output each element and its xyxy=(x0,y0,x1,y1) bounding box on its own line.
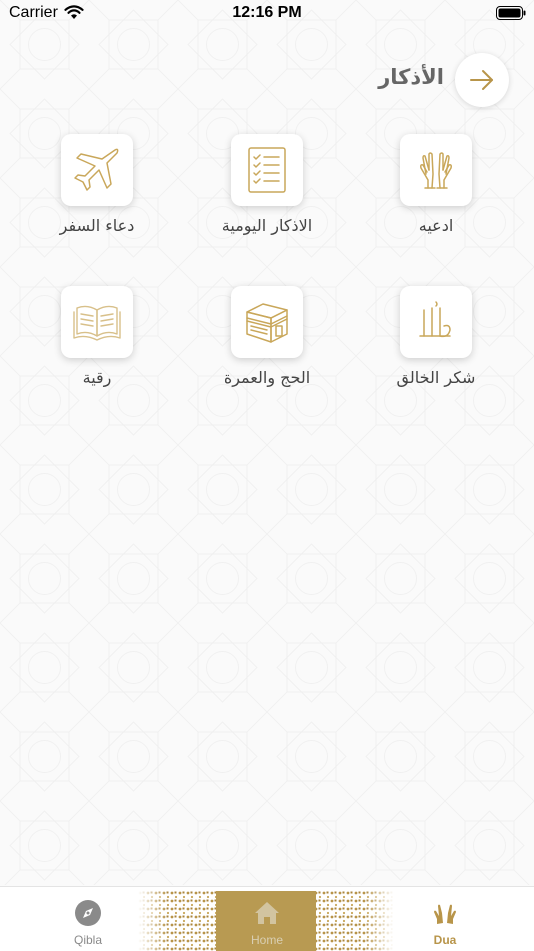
header: الأذكار xyxy=(0,52,534,108)
tab-dua[interactable]: Dua xyxy=(395,887,495,951)
home-icon xyxy=(255,902,279,924)
grid-item-travel-dua[interactable]: دعاء السفر xyxy=(17,134,177,254)
tile[interactable] xyxy=(61,134,133,206)
background-pattern xyxy=(0,0,534,885)
tile[interactable] xyxy=(400,134,472,206)
item-label: الحج والعمرة xyxy=(223,368,311,387)
grid-item-ruqyah[interactable]: رقية xyxy=(17,286,177,406)
item-label: شكر الخالق xyxy=(396,368,476,387)
arrow-right-icon xyxy=(470,70,493,90)
battery-icon xyxy=(496,6,526,20)
tab-label: Dua xyxy=(433,933,457,947)
checklist-icon xyxy=(248,147,286,193)
item-label: دعاء السفر xyxy=(59,216,135,235)
praying-hands-icon xyxy=(434,904,456,924)
grid-item-thanks-creator[interactable]: شكر الخالق xyxy=(356,286,516,406)
item-label: الاذكار اليومية xyxy=(221,216,313,235)
open-quran-icon xyxy=(73,305,121,341)
tab-home[interactable]: Home xyxy=(217,887,317,951)
tile[interactable] xyxy=(61,286,133,358)
tile[interactable] xyxy=(231,286,303,358)
page-title: الأذكار xyxy=(378,65,444,89)
allah-calligraphy-icon xyxy=(419,301,451,338)
tab-label: Home xyxy=(250,933,283,947)
grid-item-daily-adhkar[interactable]: الاذكار اليومية xyxy=(187,134,347,254)
status-bar: Carrier 12:16 PM xyxy=(0,0,534,30)
item-label: ادعيه xyxy=(418,216,454,235)
item-label: رقية xyxy=(82,368,112,387)
tab-label: Qibla xyxy=(73,933,102,947)
grid-item-adeiyah[interactable]: ادعيه xyxy=(356,134,516,254)
status-time: 12:16 PM xyxy=(232,4,302,21)
tab-qibla[interactable]: Qibla xyxy=(38,887,138,951)
tile[interactable] xyxy=(400,286,472,358)
praying-hands-icon xyxy=(420,152,452,189)
airplane-icon xyxy=(74,148,119,191)
tab-bar: Qibla Home Dua xyxy=(0,886,534,951)
back-button[interactable] xyxy=(455,53,509,107)
compass-icon xyxy=(75,900,101,926)
tile[interactable] xyxy=(231,134,303,206)
kaaba-icon xyxy=(246,303,288,343)
grid-item-hajj-umrah[interactable]: الحج والعمرة xyxy=(187,286,347,406)
